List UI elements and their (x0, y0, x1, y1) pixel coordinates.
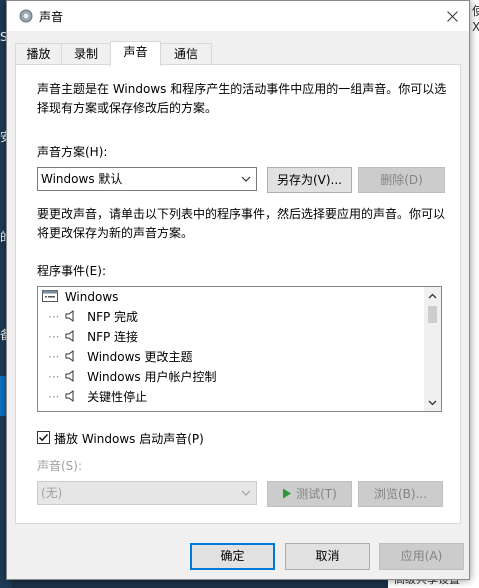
tab-sounds[interactable]: 声音 (110, 41, 161, 66)
title-bar: 声音 (7, 1, 469, 31)
speaker-icon (65, 390, 74, 402)
speaker-icon (19, 9, 33, 23)
tree-line: ··· (48, 310, 60, 324)
chevron-down-icon (428, 400, 437, 405)
tab-playback[interactable]: 播放 (15, 43, 62, 65)
speaker-icon (65, 350, 74, 362)
scroll-up-button[interactable] (424, 287, 441, 304)
speaker-icon (65, 310, 74, 322)
list-item[interactable]: Windows (42, 287, 118, 307)
background-text: X (472, 20, 479, 34)
close-button[interactable] (435, 1, 469, 31)
tree-line: ··· (48, 370, 60, 384)
list-item[interactable]: ··· 关键性停止 (48, 387, 147, 407)
tree-line: ··· (48, 330, 60, 344)
dialog-title: 声音 (39, 10, 64, 24)
test-button[interactable]: 测试(T) (267, 481, 352, 507)
sound-select[interactable]: (无) (37, 481, 257, 505)
program-events-list[interactable]: Windows ··· NFP 完成 ··· NFP 连接 ··· Window… (37, 286, 442, 412)
chevron-down-icon (241, 490, 251, 496)
startup-sound-label: 播放 Windows 启动声音(P) (54, 432, 204, 446)
scheme-value: Windows 默认 (41, 172, 123, 186)
list-item-label: Windows (64, 290, 119, 304)
chevron-down-icon (241, 176, 251, 182)
sound-value: (无) (41, 486, 63, 500)
list-item[interactable]: ··· NFP 完成 (48, 307, 138, 327)
list-item-label: NFP 连接 (87, 330, 139, 344)
background-text: 使 (472, 4, 479, 18)
startup-sound-checkbox[interactable] (37, 431, 50, 444)
delete-button[interactable]: 删除(D) (358, 167, 445, 193)
chevron-up-icon (428, 293, 437, 298)
list-item-label: Windows 更改主题 (87, 350, 193, 364)
cancel-button[interactable]: 取消 (285, 543, 370, 570)
instructions-text: 要更改声音，请单击以下列表中的程序事件，然后选择要应用的声音。你可以将更改保存为… (37, 207, 446, 240)
vertical-scrollbar[interactable] (424, 287, 441, 411)
sound-dialog: 声音 播放 录制 声音 通信 声音主题是在 Windows 和程序产生的活动事件… (6, 0, 470, 580)
browse-button[interactable]: 浏览(B)... (358, 481, 443, 507)
save-as-button[interactable]: 另存为(V)... (267, 167, 352, 193)
tab-communications[interactable]: 通信 (160, 43, 212, 65)
events-label: 程序事件(E): (37, 264, 106, 278)
test-label: 测试(T) (296, 487, 337, 501)
window-icon (42, 290, 58, 302)
play-icon (283, 488, 292, 499)
ok-button[interactable]: 确定 (190, 543, 275, 570)
scroll-thumb[interactable] (428, 306, 437, 323)
list-item-label: Windows 用户帐户控制 (87, 370, 217, 384)
tree-line: ··· (48, 350, 60, 364)
sounds-panel: 声音主题是在 Windows 和程序产生的活动事件中应用的一组声音。你可以选择现… (15, 64, 461, 524)
tab-recording[interactable]: 录制 (61, 43, 111, 65)
list-item-label: NFP 完成 (87, 310, 139, 324)
intro-text: 声音主题是在 Windows 和程序产生的活动事件中应用的一组声音。你可以选择现… (37, 82, 447, 115)
speaker-icon (65, 330, 74, 342)
list-item[interactable]: ··· Windows 更改主题 (48, 347, 193, 367)
checkmark-icon (39, 434, 49, 442)
list-item[interactable]: ··· NFP 连接 (48, 327, 138, 347)
list-item[interactable]: ··· Windows 用户帐户控制 (48, 367, 217, 387)
list-item-label: 关键性停止 (87, 390, 148, 404)
apply-button[interactable]: 应用(A) (379, 543, 464, 570)
close-icon (446, 10, 458, 22)
scheme-label: 声音方案(H): (37, 145, 108, 159)
speaker-icon (65, 370, 74, 382)
sound-label: 声音(S): (37, 459, 83, 473)
tree-line: ··· (48, 390, 60, 404)
scheme-select[interactable]: Windows 默认 (37, 167, 257, 191)
scroll-down-button[interactable] (424, 394, 441, 411)
